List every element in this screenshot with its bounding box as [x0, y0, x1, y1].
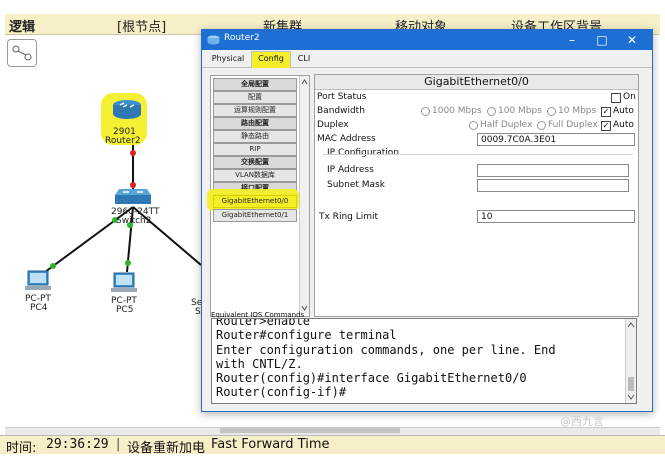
bw-1000-label: 1000 Mbps: [432, 106, 482, 116]
mac-address-field[interactable]: 0009.7C0A.3E01: [477, 133, 635, 146]
duplex-label: Duplex: [317, 120, 349, 130]
bandwidth-label: Bandwidth: [317, 106, 365, 116]
duplex-auto-checkbox[interactable]: ✓: [601, 121, 611, 131]
half-duplex-radio: [469, 121, 478, 130]
nav-gigabitethernet0-0[interactable]: GigabitEthernet0/0: [213, 195, 297, 208]
simulation-status-bar: 时间: 29:36:29 | 设备重新加电 Fast Forward Time: [0, 435, 665, 456]
close-button[interactable]: ✕: [618, 31, 646, 49]
link-up-indicator: [50, 263, 56, 269]
panel-title: GigabitEthernet0/0: [315, 75, 638, 90]
pc5-name-label: PC5: [116, 305, 134, 315]
switch-icon[interactable]: [115, 187, 151, 209]
window-title: Router2: [224, 33, 260, 43]
root-node-button[interactable]: [根节点]: [117, 16, 166, 35]
time-value: 29:36:29: [46, 437, 109, 452]
router-app-icon: [207, 35, 220, 45]
console-line: Router#configure terminal: [216, 328, 397, 342]
ip-config-divider: [323, 154, 633, 155]
bw-auto-label: Auto: [613, 106, 634, 116]
interface-settings-panel: GigabitEthernet0/0 Port Status On Bandwi…: [314, 74, 639, 317]
tab-config[interactable]: Config: [251, 51, 291, 68]
tab-physical[interactable]: Physical: [210, 52, 246, 66]
half-duplex-label: Half Duplex: [480, 120, 533, 130]
logic-tab[interactable]: 逻辑: [9, 16, 35, 35]
tx-ring-limit-field[interactable]: 10: [477, 210, 635, 223]
nav-list-scrollbar[interactable]: [299, 76, 309, 314]
ip-address-label: IP Address: [327, 165, 374, 175]
topology-links: [44, 130, 202, 273]
link-up-indicator: [125, 260, 131, 266]
port-on-label: On: [623, 92, 636, 102]
nav-static-routing[interactable]: 静态路由: [213, 130, 297, 143]
full-duplex-radio: [537, 121, 546, 130]
bw-10-radio: [547, 107, 556, 116]
router-icon[interactable]: [111, 97, 143, 125]
full-duplex-label: Full Duplex: [548, 120, 598, 130]
console-line: Router(config-if)#: [216, 385, 347, 399]
config-nav-list: 全局配置 配置 运算规则配置 路由配置 静态路由 RIP 交换配置 VLAN数据…: [207, 75, 310, 317]
mac-address-label: MAC Address: [317, 134, 376, 144]
window-titlebar[interactable]: Router2 – □ ✕: [202, 30, 652, 50]
nav-rip[interactable]: RIP: [213, 143, 297, 156]
bw-auto-checkbox[interactable]: ✓: [601, 107, 611, 117]
fast-forward-button[interactable]: Fast Forward Time: [211, 437, 329, 452]
nav-switching[interactable]: 交换配置: [213, 156, 297, 169]
nav-routing[interactable]: 路由配置: [213, 117, 297, 130]
divider: |: [116, 437, 121, 452]
tx-ring-limit-label: Tx Ring Limit: [319, 212, 379, 222]
duplex-auto-label: Auto: [613, 120, 634, 130]
ios-command-console[interactable]: Router>enable Router#configure terminal …: [211, 318, 637, 404]
nav-global-settings[interactable]: 全局配置: [213, 78, 297, 91]
maximize-button[interactable]: □: [588, 31, 616, 49]
router-config-window: Router2 – □ ✕ Physical Config CLI 全局配置 配…: [201, 29, 653, 412]
console-line: Router(config)#interface GigabitEthernet…: [216, 371, 527, 385]
switch-name-label: Switch2: [116, 216, 152, 226]
pc4-name-label: PC4: [30, 303, 48, 313]
bw-10-label: 10 Mbps: [558, 106, 597, 116]
router-name-label: Router2: [105, 136, 141, 146]
bw-100-label: 100 Mbps: [498, 106, 542, 116]
tab-cli[interactable]: CLI: [294, 52, 314, 66]
nav-settings[interactable]: 配置: [213, 91, 297, 104]
minimize-button[interactable]: –: [558, 31, 586, 49]
watermark: @西九言: [560, 415, 604, 428]
port-status-label: Port Status: [317, 92, 367, 102]
nav-gigabitethernet0-1[interactable]: GigabitEthernet0/1: [213, 209, 297, 222]
link-down-indicator: [130, 150, 136, 156]
console-line: with CNTL/Z.: [216, 357, 303, 371]
subnet-mask-field[interactable]: [477, 179, 629, 192]
nav-vlan-database[interactable]: VLAN数据库: [213, 169, 297, 182]
pc5-icon[interactable]: [111, 272, 137, 298]
bw-1000-radio: [421, 107, 430, 116]
console-scrollbar[interactable]: [625, 319, 636, 403]
pc4-icon[interactable]: [25, 270, 51, 296]
bw-100-radio: [487, 107, 496, 116]
canvas-scroll-thumb[interactable]: [220, 428, 400, 433]
ip-address-field[interactable]: [477, 164, 629, 177]
window-tabs: Physical Config CLI: [202, 50, 652, 68]
port-on-checkbox[interactable]: [611, 93, 621, 103]
console-line: Enter configuration commands, one per li…: [216, 343, 556, 357]
time-label: 时间:: [6, 441, 37, 456]
subnet-mask-label: Subnet Mask: [327, 180, 385, 190]
ip-configuration-label: IP Configuration: [327, 148, 399, 158]
console-line: Router>enable: [216, 318, 310, 328]
power-cycle-button[interactable]: 设备重新加电: [127, 437, 205, 456]
nav-algorithm-settings[interactable]: 运算规则配置: [213, 104, 297, 117]
